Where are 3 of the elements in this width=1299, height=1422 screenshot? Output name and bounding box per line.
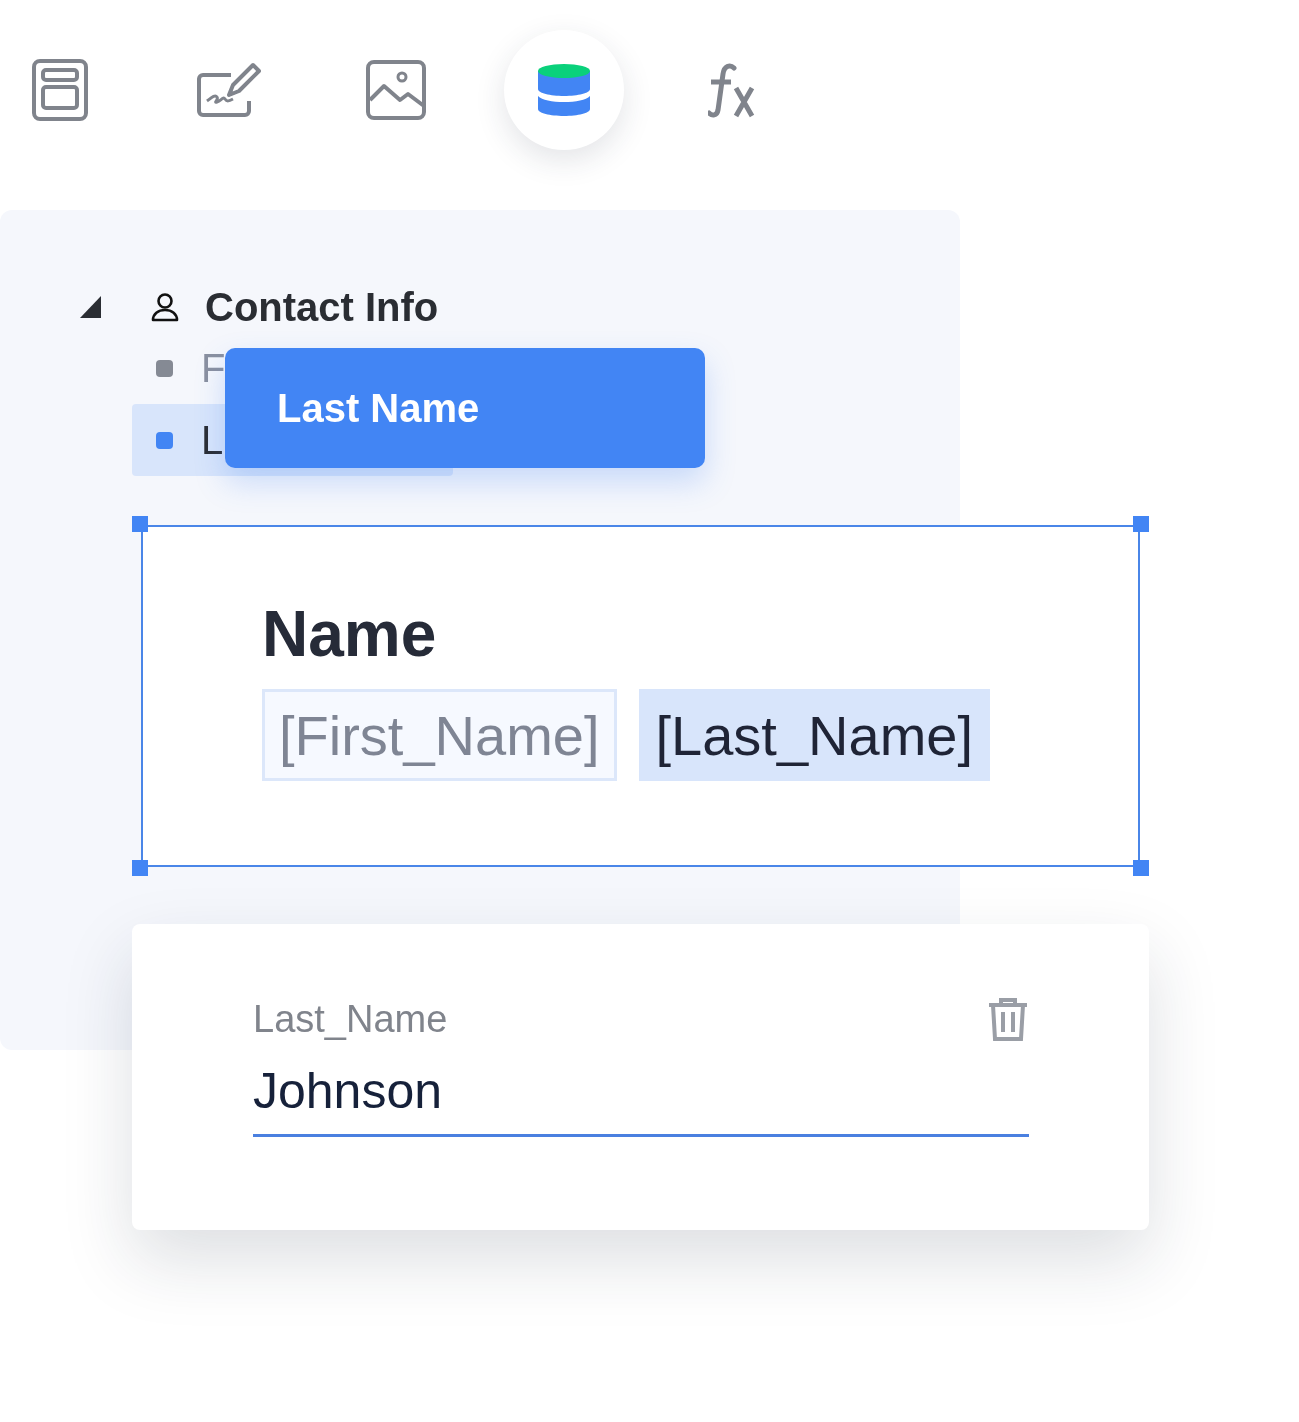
block-title: Name <box>262 599 438 670</box>
field-label: Last_Name <box>253 997 448 1041</box>
drag-tooltip: Last Name <box>225 348 705 468</box>
